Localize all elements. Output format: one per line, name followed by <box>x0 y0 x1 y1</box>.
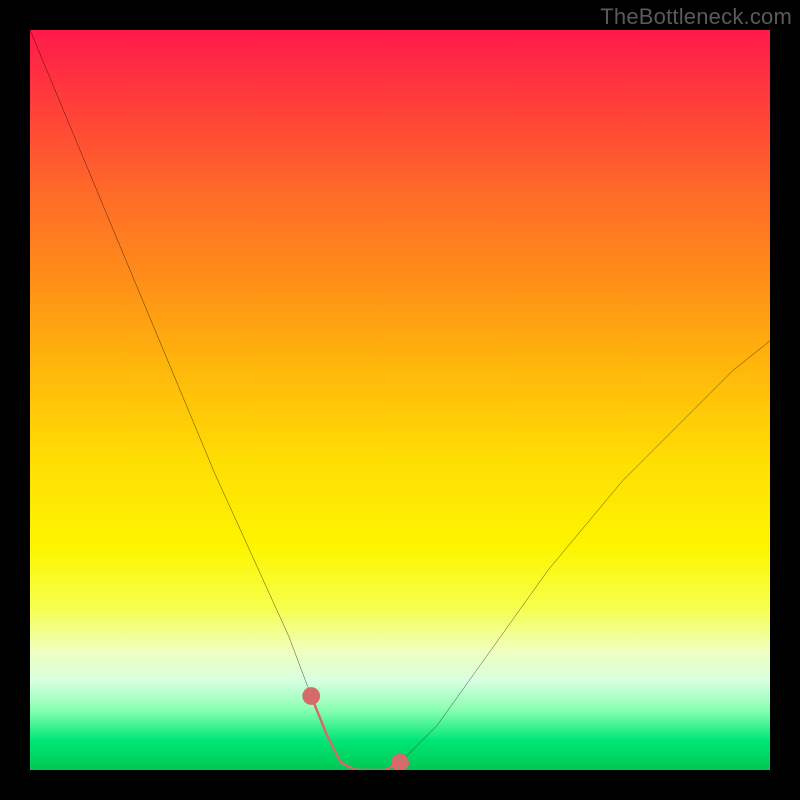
sweet-spot-overlay <box>311 696 400 770</box>
plot-area <box>30 30 770 770</box>
bottleneck-curve <box>30 30 770 770</box>
watermark-text: TheBottleneck.com <box>600 4 792 30</box>
sweet-spot-end-dot <box>302 687 320 705</box>
curve-svg <box>30 30 770 770</box>
sweet-spot-dots <box>302 687 409 770</box>
chart-frame: TheBottleneck.com <box>0 0 800 800</box>
